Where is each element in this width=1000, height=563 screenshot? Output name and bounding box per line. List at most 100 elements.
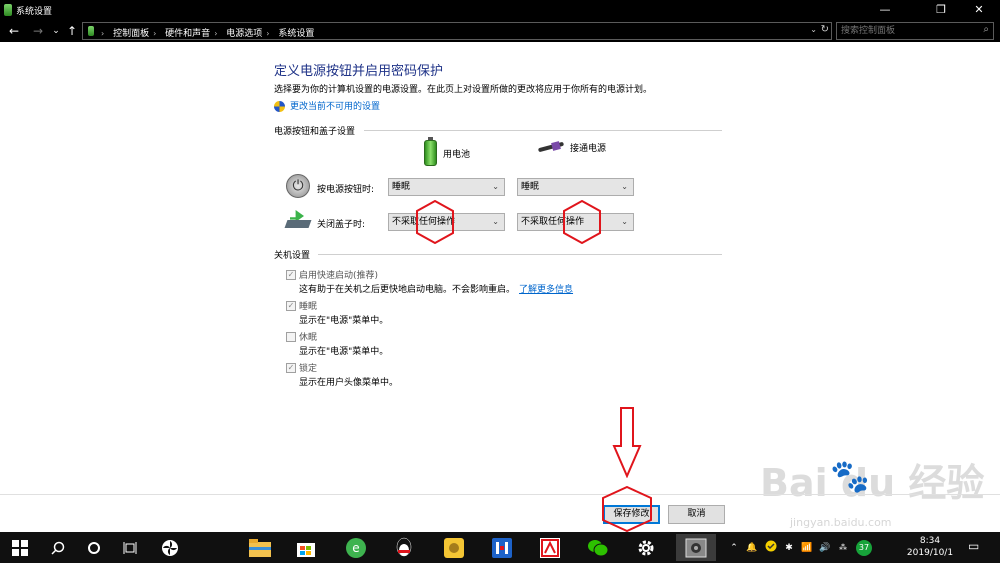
forward-button[interactable]: → [30, 23, 46, 39]
content-area: 定义电源按钮并启用密码保护 选择要为你的计算机设置的电源设置。在此页上对设置所做… [0, 42, 1000, 533]
clock[interactable]: 8:34 2019/10/1 [898, 535, 962, 559]
hibernate-description: 显示在"电源"菜单中。 [299, 347, 389, 357]
select-value: 睡眠 [392, 182, 411, 192]
back-button[interactable]: ← [6, 23, 22, 39]
fast-startup-checkbox[interactable]: ✓ [286, 269, 296, 280]
system-tray: ⌃ 🔔 ✱ 📶 🔊 ⁂ 37 [726, 532, 872, 563]
red-app-icon[interactable] [530, 534, 570, 561]
power-button-label: 按电源按钮时: [317, 185, 375, 195]
breadcrumb-item[interactable]: 控制面板 [113, 29, 149, 39]
ime-indicator[interactable]: ⁂ [834, 543, 852, 552]
change-settings-label[interactable]: 更改当前不可用的设置 [290, 102, 380, 112]
battery-column-header: 用电池 [424, 137, 471, 166]
task-view-icon[interactable] [110, 534, 150, 561]
watermark-url: jingyan.baidu.com [790, 516, 892, 529]
lock-label: 锁定 [299, 364, 318, 374]
minimize-button[interactable]: — [862, 0, 908, 20]
fast-startup-option[interactable]: ✓ 启用快速启动(推荐) [286, 268, 378, 281]
search-icon[interactable] [38, 534, 78, 561]
control-panel-icon [4, 4, 12, 16]
action-center-icon[interactable]: ▭ [968, 539, 979, 553]
chevron-down-icon: ⌄ [621, 182, 628, 191]
paw-icon: 🐾 [830, 457, 870, 495]
power-button-plugged-select[interactable]: 睡眠 ⌄ [517, 178, 634, 196]
tools-app-icon[interactable] [482, 534, 522, 561]
volume-icon[interactable]: 🔊 [816, 543, 834, 553]
taskbar: e ⌃ 🔔 ✱ 📶 🔊 ⁂ 37 8:34 2019/10/1 ▭ [0, 532, 1000, 563]
divider [318, 254, 722, 255]
pinwheel-app-icon[interactable] [150, 534, 190, 561]
notification-bell-icon[interactable]: 🔔 [742, 543, 762, 553]
search-icon[interactable]: ⌕ [983, 24, 989, 35]
settings-icon[interactable] [626, 534, 666, 561]
store-icon[interactable] [286, 534, 326, 561]
battery-icon [424, 137, 437, 166]
chevron-right-icon: › [101, 29, 105, 38]
select-value: 睡眠 [521, 182, 540, 192]
lock-option[interactable]: ✓ 锁定 [286, 361, 317, 374]
hibernate-label: 休眠 [299, 333, 318, 343]
breadcrumb: › 控制面板 › 硬件和声音 › 电源选项 › 系统设置 [101, 26, 318, 39]
close-button[interactable]: ✕ [956, 0, 1000, 20]
address-box[interactable]: › 控制面板 › 硬件和声音 › 电源选项 › 系统设置 ⌄ ↻ [82, 22, 832, 40]
battery-column-label: 用电池 [443, 149, 471, 160]
browser-icon[interactable]: e [336, 534, 376, 561]
power-plug-icon [538, 140, 564, 154]
search-box[interactable]: ⌕ [836, 22, 994, 40]
window-title: 系统设置 [16, 7, 53, 17]
fast-startup-description: 这有助于在关机之后更快地启动电脑。不会影响重启。 了解更多信息 [299, 282, 573, 295]
lock-description: 显示在用户头像菜单中。 [299, 378, 399, 388]
cortana-icon[interactable] [74, 534, 114, 561]
annotation-hexagon [416, 199, 454, 245]
chevron-down-icon: ⌄ [492, 217, 499, 226]
hibernate-option[interactable]: 休眠 [286, 330, 317, 343]
title-bar: 系统设置 — ❐ ✕ [0, 0, 1000, 20]
up-button[interactable]: ↑ [64, 23, 80, 39]
cancel-button[interactable]: 取消 [668, 505, 725, 524]
power-section-heading: 电源按钮和盖子设置 [274, 127, 356, 137]
breadcrumb-item[interactable]: 电源选项 [226, 29, 262, 39]
app-badge-icon[interactable]: 37 [856, 539, 872, 556]
search-input[interactable] [841, 25, 971, 37]
page-description: 选择要为你的计算机设置的电源设置。在此页上对设置所做的更改将应用于你所有的电源计… [274, 85, 653, 95]
svg-text:e: e [352, 541, 359, 555]
sticky-app-icon[interactable] [434, 534, 474, 561]
clock-time: 8:34 [919, 536, 941, 546]
lock-checkbox[interactable]: ✓ [286, 362, 296, 373]
sleep-description: 显示在"电源"菜单中。 [299, 316, 389, 326]
security-icon[interactable] [762, 540, 780, 555]
chevron-down-icon[interactable]: ⌄ [810, 25, 817, 34]
control-panel-taskbar-icon[interactable] [676, 534, 716, 561]
chevron-up-icon[interactable]: ⌃ [726, 543, 742, 553]
fast-startup-description-text: 这有助于在关机之后更快地启动电脑。不会影响重启。 [299, 285, 516, 295]
chevron-right-icon: › [214, 29, 218, 38]
breadcrumb-item[interactable]: 系统设置 [278, 29, 314, 39]
annotation-hexagon [563, 199, 601, 245]
sleep-label: 睡眠 [299, 302, 318, 312]
divider [0, 494, 1000, 495]
breadcrumb-item[interactable]: 硬件和声音 [165, 29, 210, 39]
bluetooth-icon[interactable]: ✱ [780, 543, 798, 553]
learn-more-link[interactable]: 了解更多信息 [519, 285, 573, 295]
hibernate-checkbox[interactable] [286, 331, 296, 342]
file-explorer-icon[interactable] [240, 534, 280, 561]
qq-icon[interactable] [384, 534, 424, 561]
start-button[interactable] [0, 534, 40, 561]
sleep-checkbox[interactable]: ✓ [286, 300, 296, 311]
sleep-option[interactable]: ✓ 睡眠 [286, 299, 317, 312]
uac-shield-icon [274, 101, 285, 112]
refresh-icon[interactable]: ↻ [821, 24, 829, 35]
lid-close-label: 关闭盖子时: [317, 220, 366, 230]
power-button-icon: ⏻ [286, 174, 310, 198]
power-button-battery-select[interactable]: 睡眠 ⌄ [388, 178, 505, 196]
wechat-icon[interactable] [578, 534, 618, 561]
network-icon[interactable]: 📶 [798, 543, 816, 553]
change-settings-link[interactable]: 更改当前不可用的设置 [274, 99, 380, 112]
chevron-right-icon: › [153, 29, 157, 38]
chevron-down-icon: ⌄ [492, 182, 499, 191]
plugged-column-header: 接通电源 [538, 140, 606, 154]
clock-date: 2019/10/1 [906, 548, 954, 558]
control-panel-icon [88, 26, 94, 36]
recent-locations-button[interactable]: ⌄ [48, 23, 64, 39]
divider [364, 130, 722, 131]
